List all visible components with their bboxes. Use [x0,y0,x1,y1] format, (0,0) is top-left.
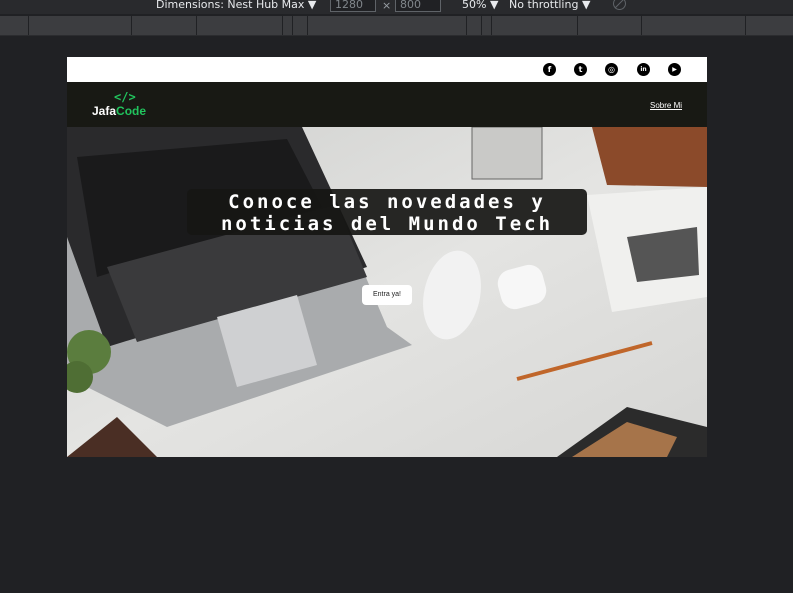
site-logo[interactable]: JafaCode [92,104,146,118]
device-toolbar: Dimensions: Nest Hub Max ▼ 1280 × 800 50… [0,0,793,14]
device-dimensions-select[interactable]: Dimensions: Nest Hub Max ▼ [156,0,316,11]
media-query-segment[interactable] [307,16,308,35]
dimension-separator: × [382,0,392,12]
media-query-segment[interactable] [466,16,467,35]
hero-section: Conoce las novedades y noticias del Mund… [67,127,707,457]
social-bar: f t ◎ in ▶ [67,57,707,82]
media-query-segment[interactable] [481,16,482,35]
media-query-segment[interactable] [282,16,283,35]
media-query-segment[interactable] [491,16,492,35]
media-query-segment[interactable] [28,16,29,35]
logo-word-code: Code [116,104,147,118]
youtube-icon[interactable]: ▶ [668,63,681,76]
enter-button[interactable]: Entra ya! [362,285,412,305]
hero-title: Conoce las novedades y noticias del Mund… [220,191,554,235]
media-query-segment[interactable] [745,16,746,35]
throttling-select[interactable]: No throttling ▼ [509,0,590,11]
media-query-segment[interactable] [131,16,132,35]
media-query-segment[interactable] [577,16,578,35]
tumblr-icon[interactable]: t [574,63,587,76]
viewport-height-input[interactable]: 800 [395,0,441,12]
media-query-segment[interactable] [292,16,293,35]
facebook-icon[interactable]: f [543,63,556,76]
emulated-viewport: f t ◎ in ▶ </> JafaCode Sobre Mi Conoce … [67,57,707,457]
viewport-width-input[interactable]: 1280 [330,0,376,12]
code-brackets-icon: </> [114,90,136,104]
linkedin-icon[interactable]: in [637,63,650,76]
instagram-icon[interactable]: ◎ [605,63,618,76]
site-navbar: </> JafaCode Sobre Mi [67,82,707,127]
zoom-select[interactable]: 50% ▼ [462,0,498,11]
media-query-segment[interactable] [641,16,642,35]
media-query-segment[interactable] [196,16,197,35]
media-query-bar [0,16,793,36]
hero-title-box: Conoce las novedades y noticias del Mund… [187,189,587,235]
logo-word-jafa: Jafa [92,104,117,118]
nav-link-sobre-mi[interactable]: Sobre Mi [650,101,682,110]
rotate-disabled-icon[interactable] [613,0,626,10]
